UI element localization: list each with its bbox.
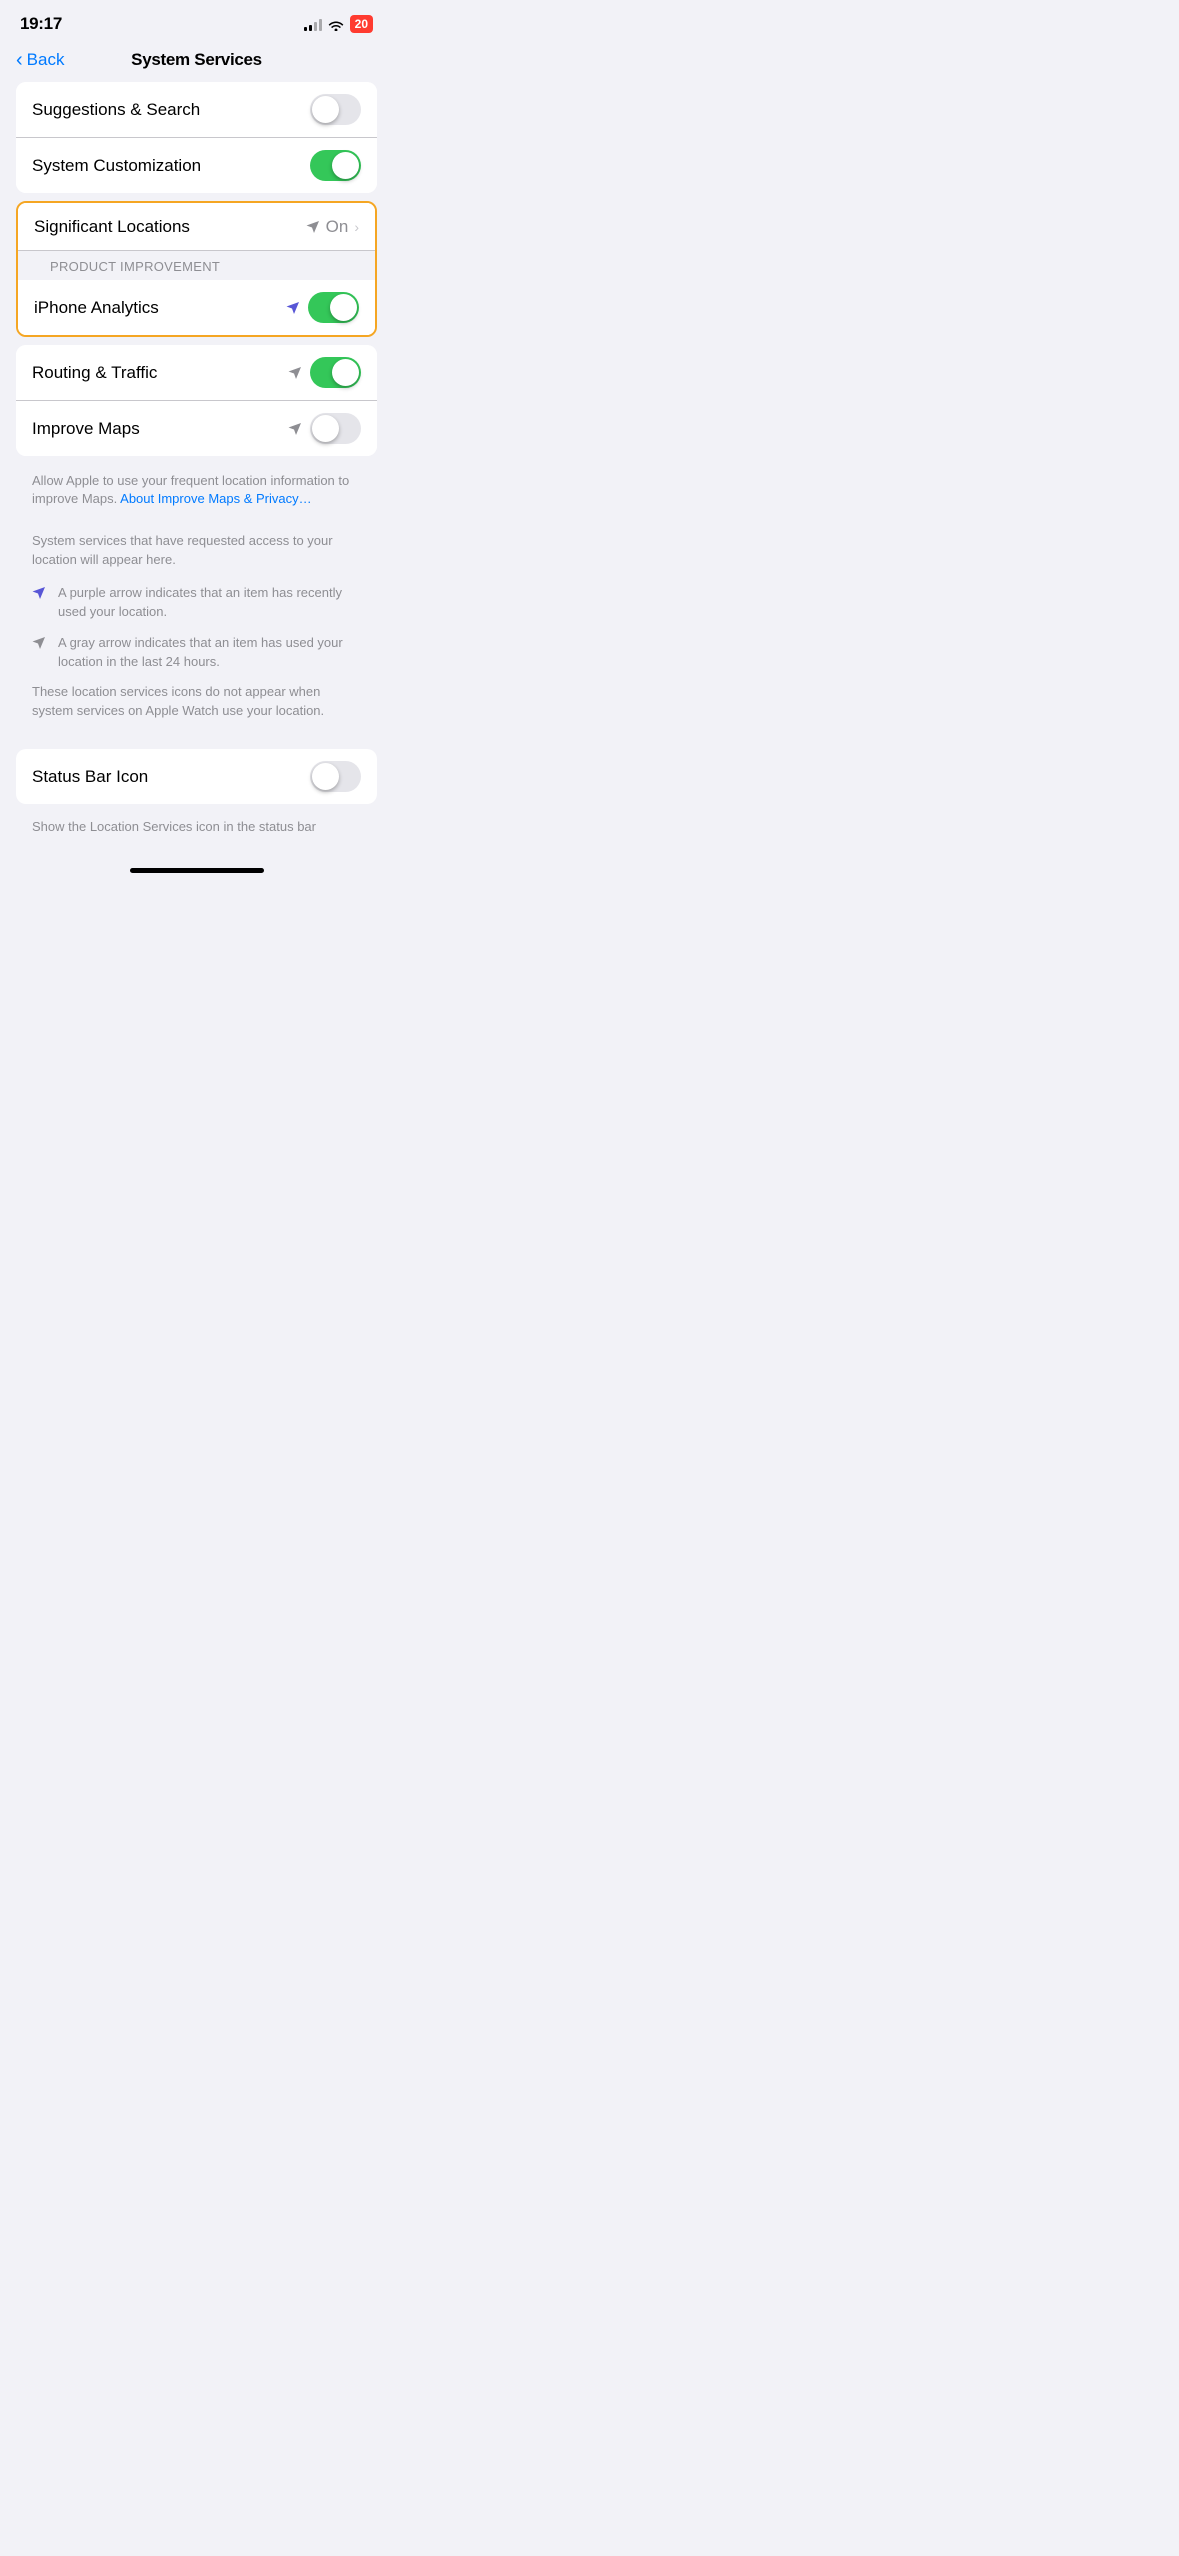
purple-arrow-info: A purple arrow indicates that an item ha… [32, 584, 361, 622]
location-arrow-gray-icon [288, 366, 302, 380]
page-title: System Services [131, 50, 262, 70]
improve-maps-toggle[interactable] [310, 413, 361, 444]
location-arrow-icon [306, 220, 320, 234]
status-bar-icon-label: Status Bar Icon [32, 767, 310, 787]
iphone-analytics-controls [286, 292, 359, 323]
bottom-settings-group: Routing & Traffic Improve Maps [16, 345, 377, 456]
home-bar [130, 868, 264, 873]
location-arrow-purple-icon [286, 301, 300, 315]
watch-note-desc: These location services icons do not app… [32, 683, 361, 721]
significant-locations-label: Significant Locations [34, 217, 306, 237]
toggle-thumb [330, 294, 357, 321]
system-services-desc: System services that have requested acce… [32, 532, 361, 570]
iphone-analytics-toggle[interactable] [308, 292, 359, 323]
improve-maps-description: Allow Apple to use your frequent locatio… [0, 464, 393, 524]
purple-arrow-desc: A purple arrow indicates that an item ha… [58, 584, 361, 622]
bottom-description: Show the Location Services icon in the s… [0, 812, 393, 852]
status-bar-icon-toggle[interactable] [310, 761, 361, 792]
gray-arrow-desc: A gray arrow indicates that an item has … [58, 634, 361, 672]
product-improvement-header: PRODUCT IMPROVEMENT [18, 251, 375, 280]
status-bar-icon-section: Status Bar Icon [16, 749, 377, 804]
improve-maps-controls [288, 413, 361, 444]
routing-traffic-toggle[interactable] [310, 357, 361, 388]
gray-arrow-info: A gray arrow indicates that an item has … [32, 634, 361, 672]
location-arrow-gray2-icon [288, 422, 302, 436]
significant-locations-value: On › [306, 217, 359, 237]
suggestions-search-toggle[interactable] [310, 94, 361, 125]
toggle-thumb [312, 763, 339, 790]
significant-locations-status: On [326, 217, 349, 237]
improve-maps-row: Improve Maps [16, 401, 377, 456]
back-button[interactable]: ‹ Back [16, 50, 64, 70]
routing-traffic-controls [288, 357, 361, 388]
suggestions-search-row: Suggestions & Search [16, 82, 377, 138]
iphone-analytics-label: iPhone Analytics [34, 298, 286, 318]
status-time: 19:17 [20, 14, 62, 34]
routing-traffic-row: Routing & Traffic [16, 345, 377, 401]
improve-maps-link[interactable]: About Improve Maps & Privacy… [120, 491, 311, 506]
routing-traffic-label: Routing & Traffic [32, 363, 288, 383]
battery-level: 20 [355, 17, 368, 31]
status-icons: 20 [304, 15, 373, 33]
signal-bars-icon [304, 18, 322, 31]
significant-locations-row[interactable]: Significant Locations On › [18, 203, 375, 251]
toggle-thumb [312, 96, 339, 123]
status-bar-icon-row: Status Bar Icon [16, 749, 377, 804]
system-services-info: System services that have requested acce… [0, 524, 393, 733]
gray-location-icon [32, 636, 46, 655]
iphone-analytics-row: iPhone Analytics [18, 280, 375, 335]
section-divider-area: PRODUCT IMPROVEMENT [18, 251, 375, 280]
toggle-thumb [332, 359, 359, 386]
nav-bar: ‹ Back System Services [0, 42, 393, 82]
improve-maps-label: Improve Maps [32, 419, 288, 439]
status-bar: 19:17 20 [0, 0, 393, 42]
back-chevron-icon: ‹ [16, 50, 23, 70]
top-settings-group: Suggestions & Search System Customizatio… [16, 82, 377, 193]
battery-icon: 20 [350, 15, 373, 33]
system-customization-label: System Customization [32, 156, 310, 176]
chevron-right-icon: › [354, 219, 359, 235]
system-customization-toggle[interactable] [310, 150, 361, 181]
wifi-icon [328, 18, 344, 30]
bottom-description-text: Show the Location Services icon in the s… [32, 819, 316, 834]
system-customization-row: System Customization [16, 138, 377, 193]
content: Suggestions & Search System Customizatio… [0, 82, 393, 885]
toggle-thumb [312, 415, 339, 442]
home-indicator [0, 860, 393, 885]
highlighted-group: Significant Locations On › PRODUCT IMPRO… [16, 201, 377, 337]
back-label: Back [27, 50, 65, 70]
suggestions-search-label: Suggestions & Search [32, 100, 310, 120]
purple-location-icon [32, 586, 46, 605]
toggle-thumb [332, 152, 359, 179]
